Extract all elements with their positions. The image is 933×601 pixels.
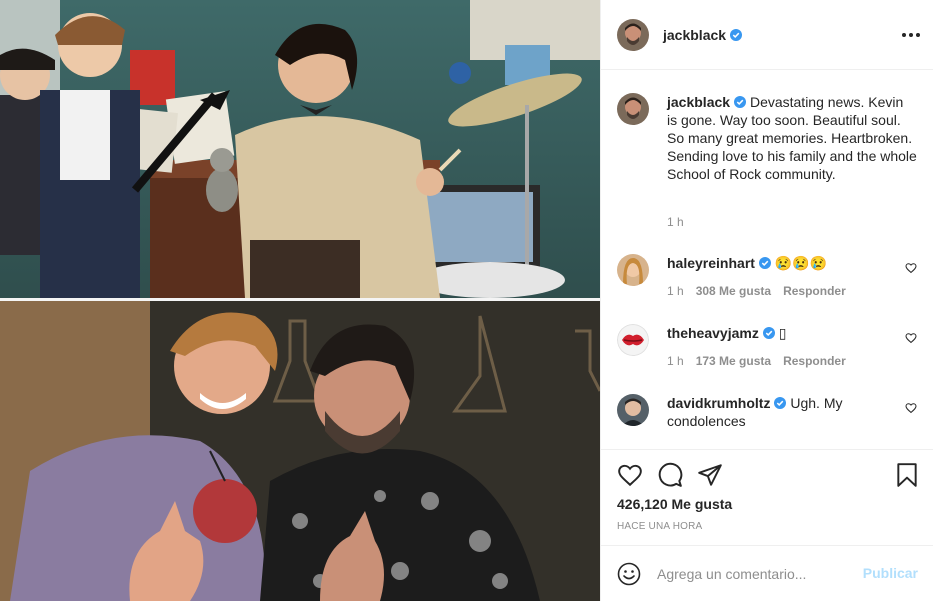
caption-timestamp[interactable]: 1 h [667,215,684,229]
caption-username[interactable]: jackblack [667,94,730,110]
portrait-illustration [0,301,600,601]
avatar-image [617,394,649,426]
verified-badge-icon [758,257,771,269]
heart-icon[interactable] [905,402,917,414]
comments-list[interactable]: jackblack Devastating news. Kevin is gon… [601,71,933,449]
bookmark-icon[interactable] [894,462,920,488]
heart-icon[interactable] [905,262,917,274]
post-header: jackblack [601,0,933,70]
post-caption: jackblack Devastating news. Kevin is gon… [617,93,917,183]
comment-text: ▯ [778,325,787,341]
commenter-avatar[interactable] [617,254,649,286]
more-options-icon[interactable] [902,26,920,44]
comment-time[interactable]: 1 h [667,284,684,298]
avatar-image [617,93,649,125]
comment-likes[interactable]: 308 Me gusta [696,284,771,298]
reply-button[interactable]: Responder [783,284,846,298]
comment-likes[interactable]: 173 Me gusta [696,354,771,368]
comment-icon[interactable] [657,462,683,488]
post-media[interactable] [0,0,600,601]
likes-count[interactable]: 426,120 Me gusta [617,496,732,512]
caption-text: jackblack Devastating news. Kevin is gon… [667,93,917,183]
post-panel: jackblack jackblack Devastating news. Ke… [600,0,933,601]
comment-item: theheavyjamz ▯ 1 h 173 Me gusta Responde… [617,324,917,368]
avatar-image [617,324,649,356]
commenter-avatar[interactable] [617,394,649,426]
comment-composer: Publicar [601,545,933,601]
publish-button[interactable]: Publicar [863,565,918,581]
posted-timestamp[interactable]: HACE UNA HORA [617,521,702,532]
heart-icon[interactable] [905,332,917,344]
photo-portrait [0,301,600,601]
verified-badge-icon [734,96,747,108]
author-avatar[interactable] [617,18,649,51]
heart-icon[interactable] [617,462,643,488]
verified-badge-icon [730,28,743,41]
comment-time[interactable]: 1 h [667,354,684,368]
paper-plane-icon[interactable] [697,462,723,488]
classroom-illustration [0,0,600,298]
comment-item: haleyreinhart 😢😢😢 1 h 308 Me gusta Respo… [617,254,917,298]
comment-username[interactable]: haleyreinhart [667,255,755,271]
comment-input[interactable] [657,565,847,582]
author-username[interactable]: jackblack [663,27,743,43]
comment-username[interactable]: theheavyjamz [667,325,759,341]
photo-classroom [0,0,600,298]
action-bar: 426,120 Me gusta HACE UNA HORA [601,449,933,545]
verified-badge-icon [774,397,787,409]
reply-button[interactable]: Responder [783,354,846,368]
comment-text: 😢😢😢 [774,255,828,271]
verified-badge-icon [762,327,775,339]
commenter-avatar[interactable] [617,324,649,356]
comment-username[interactable]: davidkrumholtz [667,395,770,411]
emoji-icon[interactable] [617,562,641,586]
avatar-image [617,18,649,51]
avatar-image [617,254,649,286]
caption-avatar[interactable] [617,93,649,125]
comment-item: davidkrumholtz Ugh. My condolences [617,394,917,430]
